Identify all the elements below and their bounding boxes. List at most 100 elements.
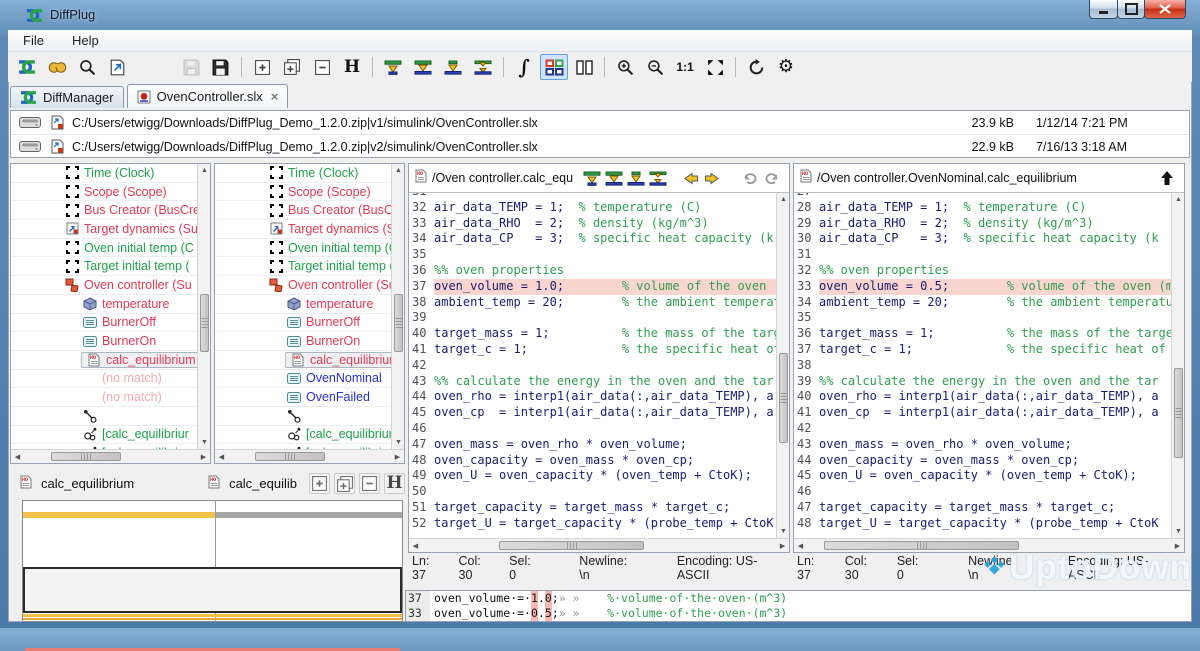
code-line[interactable]: 49oven_U = oven_capacity * (oven_temp + … bbox=[409, 468, 776, 484]
expand-all-button[interactable] bbox=[309, 473, 330, 494]
tree-item[interactable]: Oven initial temp (C bbox=[11, 239, 197, 258]
save-all-button[interactable] bbox=[207, 54, 235, 80]
tree-item[interactable]: Oven initial temp (C bbox=[215, 239, 391, 258]
code-editor[interactable]: 3132air_data_TEMP = 1; % temperature (C)… bbox=[409, 193, 776, 538]
code-line[interactable]: 38ambient_temp = 20; % the ambient tempe… bbox=[409, 295, 776, 311]
code-line[interactable]: 48oven_capacity = oven_mass * oven_cp; bbox=[409, 453, 776, 469]
diff-overview-map[interactable] bbox=[22, 500, 403, 622]
menu-file[interactable]: File bbox=[18, 32, 49, 49]
maximize-button[interactable] bbox=[1117, 0, 1145, 19]
tree-item[interactable]: Bus Creator (BusCre bbox=[215, 201, 391, 220]
code-line[interactable]: 33oven_volume = 0.5; % volume of the ove… bbox=[794, 279, 1171, 295]
tree-item[interactable]: Time (Clock) bbox=[215, 164, 391, 183]
code-line[interactable]: 35 bbox=[409, 247, 776, 263]
scroll-to-top-icon[interactable] bbox=[1156, 168, 1178, 188]
redo-icon[interactable] bbox=[761, 168, 783, 188]
tree-item[interactable]: [calc_equilibriur bbox=[11, 426, 197, 445]
code-line[interactable]: 30air_data_CP = 3; % specific heat capac… bbox=[794, 231, 1171, 247]
map-viewport[interactable] bbox=[23, 567, 402, 613]
tree-item[interactable]: Target dynamics (Su bbox=[215, 220, 391, 239]
tree-item[interactable]: temperature bbox=[11, 295, 197, 314]
expand-all-button[interactable] bbox=[248, 54, 276, 80]
menu-help[interactable]: Help bbox=[67, 32, 104, 49]
tree-item[interactable]: Target initial temp ( bbox=[11, 257, 197, 276]
code-line[interactable]: 36target_mass = 1; % the mass of the tar… bbox=[794, 326, 1171, 342]
tree-item[interactable]: Target dynamics (Su bbox=[11, 220, 197, 239]
copy-add-button[interactable] bbox=[334, 473, 355, 494]
code-line[interactable]: 43oven_mass = oven_rho * oven_volume; bbox=[794, 437, 1171, 453]
code-line[interactable]: 50 bbox=[409, 484, 776, 500]
merge-push-all-button[interactable] bbox=[469, 54, 497, 80]
toggle-headers-button[interactable]: H bbox=[338, 54, 366, 80]
code-line[interactable]: 32air_data_TEMP = 1; % temperature (C) bbox=[409, 200, 776, 216]
vertical-scrollbar[interactable]: ▲▼ bbox=[391, 164, 404, 449]
code-line[interactable]: 36%% oven properties bbox=[409, 263, 776, 279]
collapse-all-button[interactable] bbox=[308, 54, 336, 80]
code-line[interactable]: 47target_capacity = target_mass * target… bbox=[794, 500, 1171, 516]
code-line[interactable]: 37target_c = 1; % the specific heat of bbox=[794, 342, 1171, 358]
tab-ovencontroller[interactable]: OvenController.slx × bbox=[127, 84, 289, 108]
tree-item[interactable]: BurnerOff bbox=[11, 314, 197, 333]
code-line[interactable]: 34air_data_CP = 3; % specific heat capac… bbox=[409, 231, 776, 247]
code-line[interactable]: 47oven_mass = oven_rho * oven_volume; bbox=[409, 437, 776, 453]
tree-item[interactable]: (no match) bbox=[11, 388, 197, 407]
code-line[interactable]: 45oven_U = oven_capacity * (oven_temp + … bbox=[794, 468, 1171, 484]
collapse-all-button[interactable] bbox=[359, 473, 380, 494]
code-line[interactable]: 35 bbox=[794, 310, 1171, 326]
search-button[interactable] bbox=[73, 54, 101, 80]
zoom-in-button[interactable] bbox=[611, 54, 639, 80]
tree-item[interactable]: [calc_equilibriur bbox=[215, 426, 391, 445]
zoom-fit-button[interactable] bbox=[701, 54, 729, 80]
code-line[interactable]: 52target_U = target_capacity * (probe_te… bbox=[409, 516, 776, 532]
code-line[interactable]: 42 bbox=[409, 358, 776, 374]
merge-push-down-button[interactable] bbox=[439, 54, 467, 80]
code-line[interactable]: 39 bbox=[409, 310, 776, 326]
grid-view-button[interactable] bbox=[540, 54, 568, 80]
merge-accept-down-button[interactable] bbox=[409, 54, 437, 80]
refresh-button[interactable] bbox=[742, 54, 770, 80]
tree-item[interactable] bbox=[215, 407, 391, 426]
zoom-actual-button[interactable]: 1:1 bbox=[671, 54, 699, 80]
tree-item[interactable]: temperature bbox=[215, 295, 391, 314]
code-line[interactable]: 41target_c = 1; % the specific heat of bbox=[409, 342, 776, 358]
search-files-button[interactable] bbox=[43, 54, 71, 80]
merge-push-all-icon[interactable] bbox=[647, 168, 669, 188]
code-line[interactable]: 38 bbox=[794, 358, 1171, 374]
tree-item[interactable]: OvenNominal bbox=[215, 370, 391, 389]
code-line[interactable]: 33air_data_RHO = 2; % density (kg/m^3) bbox=[409, 216, 776, 232]
tree-item[interactable]: Target initial temp ( bbox=[215, 257, 391, 276]
script-view-button[interactable]: ∫ bbox=[510, 54, 538, 80]
code-line[interactable]: 34ambient_temp = 20; % the ambient tempe… bbox=[794, 295, 1171, 311]
tree-item[interactable]: Oven controller (Sul bbox=[215, 276, 391, 295]
vertical-scrollbar[interactable]: ▲▼ bbox=[776, 193, 789, 538]
code-line[interactable]: 46 bbox=[794, 484, 1171, 500]
minimize-button[interactable] bbox=[1089, 0, 1118, 19]
toggle-headers-button[interactable]: H bbox=[384, 473, 405, 494]
tree-item[interactable]: BurnerOff bbox=[215, 314, 391, 333]
code-line[interactable]: 51target_capacity = target_mass * target… bbox=[409, 500, 776, 516]
code-line[interactable]: 42 bbox=[794, 421, 1171, 437]
file-row-v2[interactable]: C:/Users/etwigg/Downloads/DiffPlug_Demo_… bbox=[11, 134, 1189, 158]
code-line[interactable]: 32%% oven properties bbox=[794, 263, 1171, 279]
code-line[interactable]: 40oven_rho = interp1(air_data(:,air_data… bbox=[794, 389, 1171, 405]
tree-item[interactable]: Bus Creator (BusCre bbox=[11, 201, 197, 220]
tree-item[interactable]: BurnerOn bbox=[215, 332, 391, 351]
merge-push-down-icon[interactable] bbox=[625, 168, 647, 188]
export-doc-button[interactable] bbox=[103, 54, 131, 80]
merge-accept-down-icon[interactable] bbox=[603, 168, 625, 188]
zoom-out-button[interactable] bbox=[641, 54, 669, 80]
file-row-v1[interactable]: C:/Users/etwigg/Downloads/DiffPlug_Demo_… bbox=[11, 111, 1189, 134]
close-button[interactable] bbox=[1144, 0, 1186, 19]
code-editor[interactable]: 2728air_data_TEMP = 1; % temperature (C)… bbox=[794, 193, 1171, 538]
tree-item[interactable]: Time (Clock) bbox=[11, 164, 197, 183]
code-line[interactable]: 46 bbox=[409, 421, 776, 437]
code-line[interactable]: 48target_U = target_capacity * (probe_te… bbox=[794, 516, 1171, 532]
nav-next-icon[interactable] bbox=[701, 168, 723, 188]
tree-item[interactable]: Scope (Scope) bbox=[215, 183, 391, 202]
tree-item[interactable]: (no match) bbox=[11, 370, 197, 389]
nav-prev-icon[interactable] bbox=[679, 168, 701, 188]
code-line[interactable]: 41oven_cp = interp1(air_data(:,air_data_… bbox=[794, 405, 1171, 421]
copy-add-button[interactable] bbox=[278, 54, 306, 80]
horizontal-scrollbar[interactable]: ◀▶ bbox=[409, 538, 789, 552]
settings-button[interactable]: ⚙ bbox=[772, 54, 800, 80]
